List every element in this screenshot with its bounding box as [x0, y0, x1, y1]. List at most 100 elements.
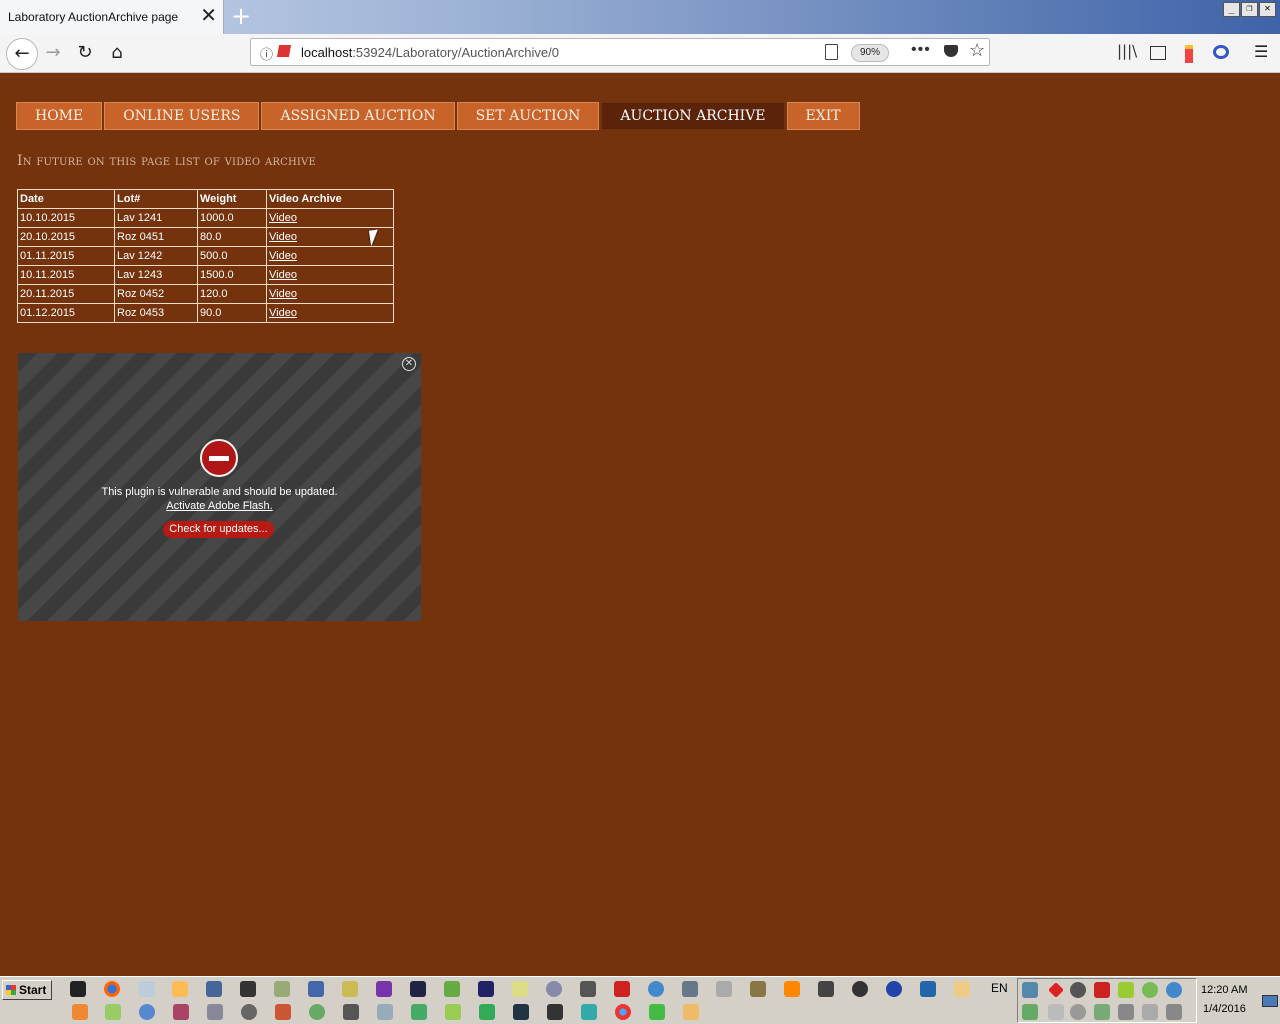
- app-icon[interactable]: [444, 981, 460, 997]
- minimize-icon[interactable]: _: [1223, 2, 1240, 17]
- app-icon[interactable]: [920, 981, 936, 997]
- network-icon[interactable]: [206, 981, 222, 997]
- video-link[interactable]: Video: [269, 250, 297, 262]
- menu-online-users[interactable]: ONLINE USERS: [104, 102, 260, 130]
- chrome-icon[interactable]: [615, 1004, 631, 1020]
- video-link[interactable]: Video: [269, 288, 297, 300]
- back-button[interactable]: ←: [6, 38, 38, 70]
- reader-view-icon[interactable]: [825, 44, 838, 60]
- language-indicator[interactable]: EN: [991, 981, 1008, 995]
- site-info-icon[interactable]: ⓘ: [260, 44, 273, 63]
- video-link[interactable]: Video: [269, 231, 297, 243]
- video-link[interactable]: Video: [269, 307, 297, 319]
- sidebar-icon[interactable]: [1150, 46, 1166, 60]
- app-icon[interactable]: [512, 981, 528, 997]
- tray-icon[interactable]: [1022, 982, 1038, 998]
- zoom-indicator[interactable]: 90%: [851, 44, 889, 62]
- close-icon[interactable]: ✕: [402, 357, 416, 371]
- close-tab-icon[interactable]: ✕: [200, 5, 217, 27]
- explorer-icon[interactable]: [172, 981, 188, 997]
- extension-icon[interactable]: [1185, 45, 1193, 63]
- app-icon[interactable]: [581, 1004, 597, 1020]
- app-icon[interactable]: [274, 981, 290, 997]
- video-link[interactable]: Video: [269, 269, 297, 281]
- app-icon[interactable]: [410, 981, 426, 997]
- network-tray-icon[interactable]: [1166, 1004, 1182, 1020]
- app-icon[interactable]: [411, 1004, 427, 1020]
- app-icon[interactable]: [207, 1004, 223, 1020]
- app-icon[interactable]: [275, 1004, 291, 1020]
- new-tab-button[interactable]: +: [228, 2, 254, 30]
- app-icon[interactable]: [479, 1004, 495, 1020]
- app-icon[interactable]: [72, 1004, 88, 1020]
- app-icon[interactable]: [241, 1004, 257, 1020]
- visual-studio-icon[interactable]: [376, 981, 392, 997]
- app-icon[interactable]: [682, 981, 698, 997]
- clock-date[interactable]: 1/4/2016: [1203, 1003, 1246, 1015]
- app-icon[interactable]: [377, 1004, 393, 1020]
- app-icon[interactable]: [648, 981, 664, 997]
- app-icon[interactable]: [342, 981, 358, 997]
- notepad-icon[interactable]: [139, 981, 155, 997]
- vlc-icon[interactable]: [784, 981, 800, 997]
- activate-flash-link[interactable]: Activate Adobe Flash.: [18, 500, 421, 512]
- app-icon[interactable]: [546, 981, 562, 997]
- filezilla-icon[interactable]: [614, 981, 630, 997]
- flag-icon[interactable]: [1142, 1004, 1158, 1020]
- app-icon[interactable]: [716, 981, 732, 997]
- firefox-icon[interactable]: [104, 981, 120, 997]
- tray-icon[interactable]: [1048, 982, 1064, 998]
- reload-button[interactable]: ↻: [70, 38, 100, 68]
- home-button[interactable]: ⌂: [102, 38, 132, 68]
- app-icon[interactable]: [445, 1004, 461, 1020]
- app-icon[interactable]: [105, 1004, 121, 1020]
- tray-icon[interactable]: [1070, 982, 1086, 998]
- app-icon[interactable]: [308, 981, 324, 997]
- app-icon[interactable]: [649, 1004, 665, 1020]
- tray-icon[interactable]: [1048, 1004, 1064, 1020]
- app-icon[interactable]: [580, 981, 596, 997]
- app-icon[interactable]: [750, 981, 766, 997]
- show-desktop-icon[interactable]: [1262, 995, 1278, 1007]
- menu-exit[interactable]: EXIT: [786, 102, 860, 130]
- tray-icon[interactable]: [1142, 982, 1158, 998]
- menu-assigned-auction[interactable]: ASSIGNED AUCTION: [261, 102, 455, 130]
- app-icon[interactable]: [173, 1004, 189, 1020]
- app-icon[interactable]: [513, 1004, 529, 1020]
- page-actions-icon[interactable]: •••: [911, 41, 931, 59]
- forward-button[interactable]: →: [38, 38, 68, 68]
- tray-icon[interactable]: [1070, 1004, 1086, 1020]
- active-tab[interactable]: Laboratory AuctionArchive page ✕: [0, 0, 224, 34]
- lock-icon[interactable]: [547, 1004, 563, 1020]
- app-icon[interactable]: [343, 1004, 359, 1020]
- tray-icon[interactable]: [1118, 982, 1134, 998]
- headphones-icon[interactable]: [852, 981, 868, 997]
- menu-auction-archive[interactable]: AUCTION ARCHIVE: [601, 102, 785, 130]
- hamburger-menu-icon[interactable]: ☰: [1254, 42, 1272, 61]
- url-text[interactable]: localhost:53924/Laboratory/AuctionArchiv…: [301, 45, 559, 60]
- app-icon[interactable]: [954, 981, 970, 997]
- extension-icon[interactable]: [1213, 45, 1229, 59]
- library-icon[interactable]: |||\: [1117, 42, 1137, 60]
- tray-icon[interactable]: [1094, 1004, 1110, 1020]
- video-link[interactable]: Video: [269, 212, 297, 224]
- restore-icon[interactable]: ❐: [1241, 2, 1258, 17]
- volume-icon[interactable]: [1118, 1004, 1134, 1020]
- app-icon[interactable]: [240, 981, 256, 997]
- clock-time[interactable]: 12:20 AM: [1201, 984, 1247, 996]
- app-icon[interactable]: [139, 1004, 155, 1020]
- bookmark-star-icon[interactable]: ☆: [969, 40, 985, 61]
- menu-home[interactable]: HOME: [16, 102, 103, 130]
- check-for-updates-button[interactable]: Check for updates...: [163, 521, 274, 538]
- pocket-icon[interactable]: [944, 45, 958, 57]
- cmd-icon[interactable]: [70, 981, 86, 997]
- tray-icon[interactable]: [1022, 1004, 1038, 1020]
- folder-icon[interactable]: [683, 1004, 699, 1020]
- filezilla-tray-icon[interactable]: [1094, 982, 1110, 998]
- app-icon[interactable]: [309, 1004, 325, 1020]
- app-icon[interactable]: [886, 981, 902, 997]
- close-window-icon[interactable]: ✕: [1259, 2, 1276, 17]
- menu-set-auction[interactable]: SET AUCTION: [456, 102, 600, 130]
- app-icon[interactable]: [478, 981, 494, 997]
- start-button[interactable]: Start: [2, 980, 52, 1000]
